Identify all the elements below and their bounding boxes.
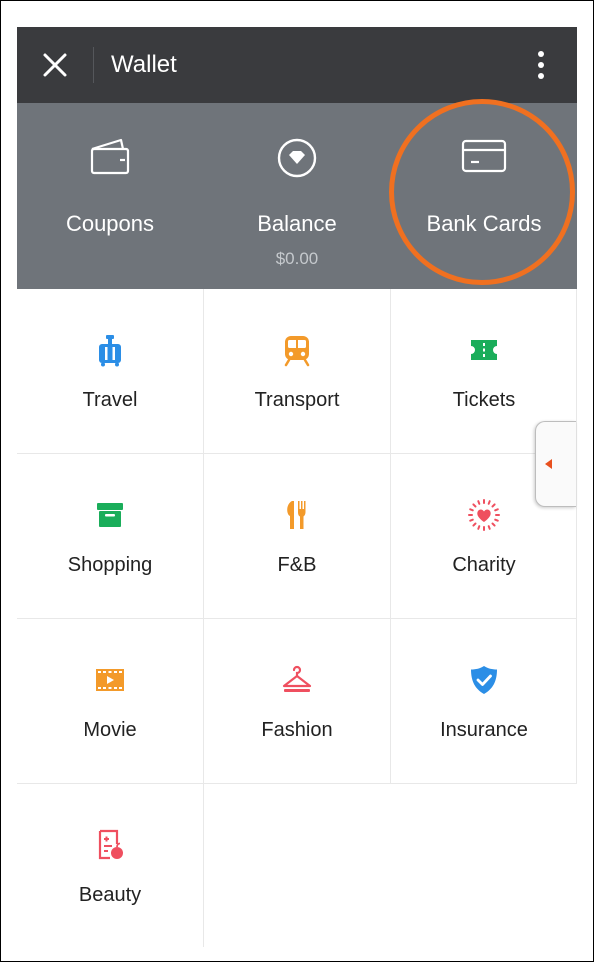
grid-divider [17, 453, 577, 454]
service-label: Movie [83, 719, 137, 741]
service-label: Travel [82, 389, 138, 411]
title-divider [93, 47, 94, 83]
grid-divider [17, 618, 577, 619]
service-insurance[interactable]: Insurance [391, 619, 577, 783]
service-label: F&B [277, 554, 317, 576]
more-vertical-icon [538, 51, 544, 79]
service-travel[interactable]: Travel [17, 289, 203, 453]
bank-cards-label: Bank Cards [426, 211, 542, 236]
service-shopping[interactable]: Shopping [17, 454, 203, 618]
fork-knife-icon [287, 501, 306, 529]
beauty-icon [98, 829, 123, 860]
service-label: Beauty [78, 884, 142, 906]
luggage-icon [99, 335, 121, 367]
card-icon [461, 139, 507, 173]
grid-divider [17, 783, 577, 784]
service-label: Fashion [261, 719, 333, 741]
close-button[interactable] [27, 37, 83, 93]
film-icon [96, 669, 124, 691]
service-movie[interactable]: Movie [17, 619, 203, 783]
close-icon [43, 53, 67, 77]
service-label: Insurance [440, 719, 528, 741]
ticket-icon [471, 340, 497, 360]
coupons-button[interactable]: Coupons [17, 103, 203, 289]
top-bar: Wallet [17, 27, 577, 103]
wallet-screen: Wallet Coupons Balance $0.00 Bank Cards … [17, 27, 577, 947]
hanger-icon [282, 665, 312, 692]
grid-divider [576, 289, 577, 783]
service-label: Transport [254, 389, 340, 411]
balance-button[interactable]: Balance $0.00 [204, 103, 390, 289]
bank-cards-button[interactable]: Bank Cards [391, 103, 577, 289]
screenshot-frame: Wallet Coupons Balance $0.00 Bank Cards … [0, 0, 594, 962]
wallet-summary: Coupons Balance $0.00 Bank Cards [17, 103, 577, 289]
heart-icon [468, 499, 500, 531]
side-drawer-handle[interactable] [535, 421, 576, 507]
chevron-left-icon [545, 459, 552, 469]
box-icon [97, 503, 123, 527]
wallet-icon [90, 138, 130, 175]
page-title: Wallet [111, 51, 177, 78]
service-fashion[interactable]: Fashion [204, 619, 390, 783]
balance-icon [277, 138, 317, 178]
grid-divider [390, 289, 391, 783]
more-options-button[interactable] [519, 39, 563, 91]
balance-amount: $0.00 [275, 249, 319, 268]
service-fnb[interactable]: F&B [204, 454, 390, 618]
service-label: Shopping [67, 554, 153, 576]
coupons-label: Coupons [65, 211, 155, 236]
balance-label: Balance [257, 211, 337, 236]
service-label: Charity [452, 554, 516, 576]
service-transport[interactable]: Transport [204, 289, 390, 453]
train-icon [284, 336, 310, 367]
shield-check-icon [471, 666, 497, 694]
service-label: Tickets [452, 389, 516, 411]
service-beauty[interactable]: Beauty [17, 784, 203, 947]
